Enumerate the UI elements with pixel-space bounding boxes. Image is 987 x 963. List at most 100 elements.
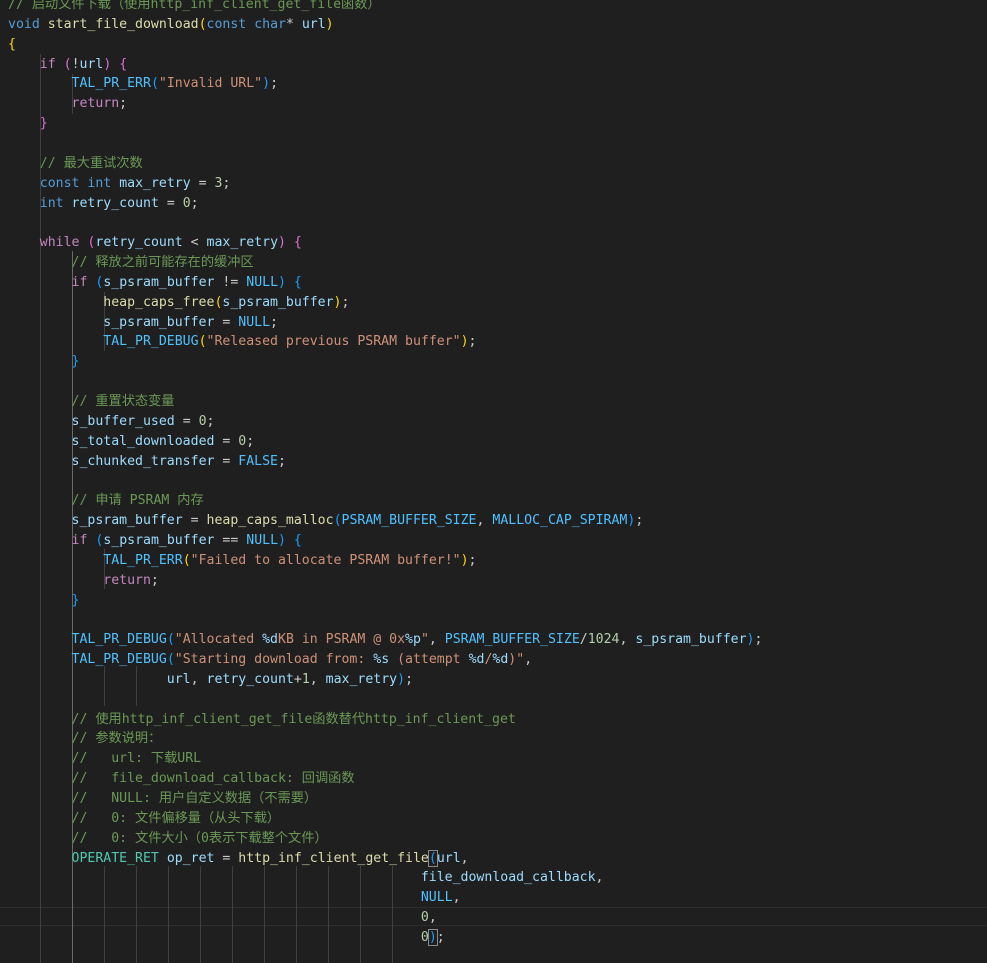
code-line[interactable]: TAL_PR_DEBUG("Released previous PSRAM bu…	[8, 332, 476, 352]
code-line[interactable]: }	[8, 114, 48, 134]
code-token: 0	[420, 929, 429, 945]
code-token: const	[39, 175, 80, 191]
code-line[interactable]: }	[8, 352, 80, 372]
code-token: ;	[270, 76, 279, 92]
code-token: heap_caps_free	[103, 294, 215, 310]
code-token: (	[182, 552, 191, 568]
code-token: retry_count	[71, 195, 159, 211]
code-line[interactable]: OPERATE_RET op_ret = http_inf_client_get…	[8, 849, 469, 869]
code-line[interactable]: // 0: 文件大小（0表示下载整个文件）	[8, 829, 328, 849]
code-line[interactable]: TAL_PR_ERR("Invalid URL");	[8, 74, 278, 94]
code-line[interactable]: // 释放之前可能存在的缓冲区	[8, 253, 254, 273]
code-token: )	[397, 671, 406, 687]
code-line[interactable]: // 申请 PSRAM 内存	[8, 491, 204, 511]
code-line[interactable]: file_download_callback,	[8, 868, 604, 888]
code-token: ==	[214, 532, 247, 548]
code-line[interactable]: // 启动文件下载（使用http_inf_client_get_file函数）	[8, 0, 381, 15]
code-token: ;	[635, 513, 644, 529]
code-token: TAL_PR_DEBUG	[103, 334, 199, 350]
code-token: /	[579, 632, 588, 648]
code-line[interactable]: // url: 下载URL	[8, 749, 202, 769]
code-token: {	[293, 235, 302, 251]
code-token: char	[254, 16, 286, 32]
code-token: {	[293, 532, 302, 548]
code-line[interactable]: const int max_retry = 3;	[8, 174, 231, 194]
code-line[interactable]: 0);	[8, 928, 445, 948]
code-line[interactable]: s_buffer_used = 0;	[8, 412, 215, 432]
code-token: }	[71, 592, 80, 608]
code-line[interactable]: s_psram_buffer = heap_caps_malloc(PSRAM_…	[8, 511, 644, 531]
code-token: ,	[428, 910, 437, 926]
code-token: (	[166, 632, 175, 648]
code-token: {	[8, 36, 16, 52]
code-line[interactable]: TAL_PR_ERR("Failed to allocate PSRAM buf…	[8, 551, 476, 571]
code-line[interactable]: s_psram_buffer = NULL;	[8, 313, 278, 333]
code-token: ;	[405, 671, 414, 687]
code-token: (	[63, 56, 72, 72]
code-token: KB in PSRAM @ 0x	[278, 632, 406, 648]
code-line[interactable]: if (s_psram_buffer == NULL) {	[8, 531, 302, 551]
code-token: =	[214, 314, 239, 330]
code-token: 0	[182, 195, 191, 211]
code-token: =	[158, 195, 183, 211]
code-token: TAL_PR_ERR	[71, 76, 151, 92]
code-line[interactable]: // 使用http_inf_client_get_file函数替代http_in…	[8, 710, 516, 730]
code-token: return	[71, 96, 120, 112]
code-line[interactable]: // 0: 文件偏移量（从头下载）	[8, 809, 281, 829]
code-line[interactable]: url, retry_count+1, max_retry);	[8, 670, 413, 690]
code-token: s_buffer_used	[71, 413, 175, 429]
code-token: // 最大重试次数	[39, 155, 143, 171]
code-line[interactable]: s_total_downloaded = 0;	[8, 432, 255, 452]
code-line[interactable]: if (!url) {	[8, 55, 127, 75]
code-line[interactable]: s_chunked_transfer = FALSE;	[8, 452, 286, 472]
code-line[interactable]: // 重置状态变量	[8, 392, 175, 412]
code-token: ,	[452, 890, 461, 906]
code-token: // 使用http_inf_client_get_file函数替代http_in…	[71, 711, 516, 727]
code-line[interactable]: int retry_count = 0;	[8, 194, 199, 214]
code-token: // 参数说明：	[71, 731, 162, 747]
code-line[interactable]: {	[8, 35, 16, 55]
code-token: )	[278, 235, 286, 251]
code-token: max_retry	[206, 235, 279, 251]
code-line[interactable]: // NULL: 用户自定义数据（不需要）	[8, 789, 318, 809]
code-editor[interactable]: // 启动文件下载（使用http_inf_client_get_file函数） v…	[0, 0, 987, 963]
code-line[interactable]: }	[8, 591, 80, 611]
code-token: (	[333, 513, 342, 529]
code-line[interactable]: if (s_psram_buffer != NULL) {	[8, 273, 302, 293]
code-token: ,	[428, 632, 445, 648]
code-token: ,	[619, 632, 636, 648]
code-line[interactable]: TAL_PR_DEBUG("Allocated %dKB in PSRAM @ …	[8, 630, 763, 650]
code-token: %p	[405, 632, 421, 648]
code-line[interactable]: heap_caps_free(s_psram_buffer);	[8, 293, 349, 313]
code-token: %d	[492, 652, 509, 668]
code-token: TAL_PR_DEBUG	[71, 632, 167, 648]
code-line[interactable]: 0,	[8, 908, 437, 928]
code-line[interactable]: // 最大重试次数	[8, 154, 143, 174]
code-line[interactable]: return;	[8, 94, 128, 114]
code-token: ;	[150, 572, 159, 588]
code-token: ;	[436, 929, 445, 945]
code-line[interactable]: // file_download_callback: 回调函数	[8, 769, 355, 789]
code-line[interactable]: while (retry_count < max_retry) {	[8, 233, 302, 253]
code-token: =	[214, 850, 239, 866]
code-line[interactable]: // 参数说明：	[8, 729, 162, 749]
code-line[interactable]: NULL,	[8, 888, 461, 908]
code-line[interactable]: TAL_PR_DEBUG("Starting download from: %s…	[8, 650, 533, 670]
code-line[interactable]: void start_file_download(const char* url…	[8, 15, 334, 35]
code-line[interactable]: return;	[8, 571, 159, 591]
code-token: PSRAM_BUFFER_SIZE	[341, 513, 477, 529]
